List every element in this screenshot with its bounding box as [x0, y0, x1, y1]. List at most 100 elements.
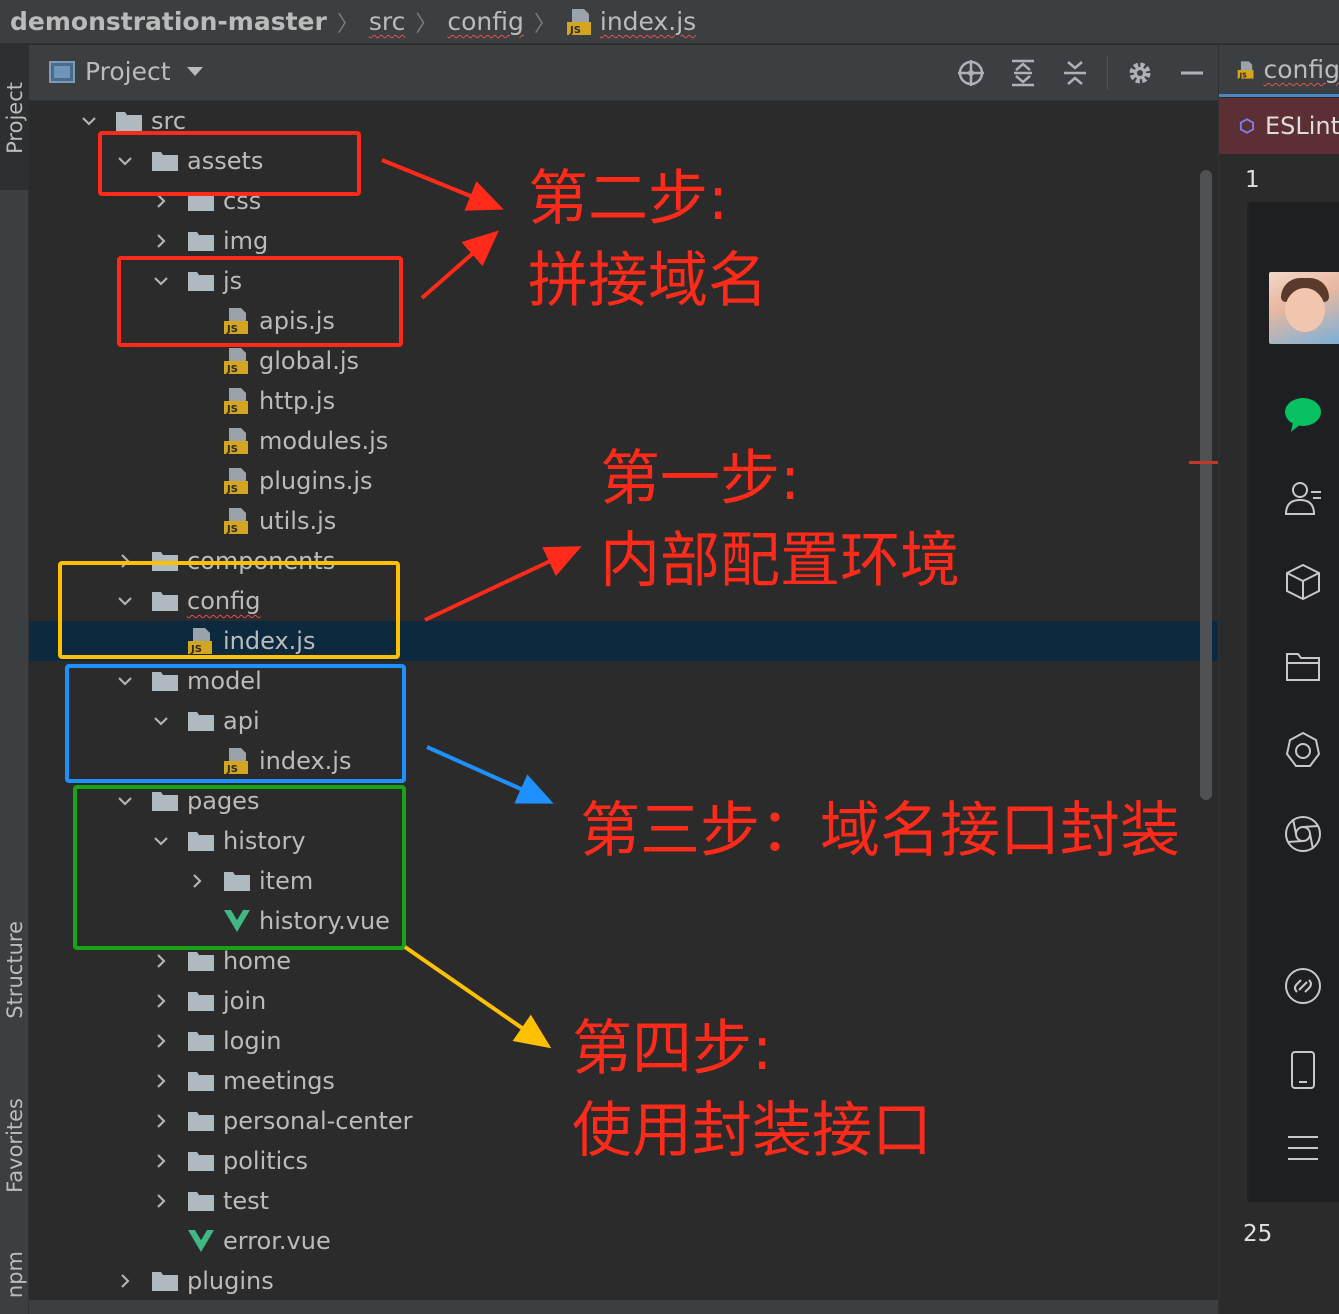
js-file-icon: JS: [223, 507, 251, 535]
tree-item-label: http.js: [259, 387, 336, 415]
cube-icon[interactable]: [1283, 562, 1323, 602]
locate-icon[interactable]: [945, 53, 997, 93]
js-file-icon: JS: [1237, 60, 1254, 79]
annotation-step1-line2: 内部配置环境: [600, 526, 960, 596]
folder-icon: [187, 1190, 215, 1212]
tool-tab-structure[interactable]: Structure: [0, 895, 29, 1045]
tool-tab-npm[interactable]: npm: [0, 1240, 29, 1310]
tree-item-label: meetings: [223, 1067, 335, 1095]
js-file-icon: JS: [223, 387, 251, 415]
svg-text:JS: JS: [1239, 71, 1247, 79]
tree-file-row[interactable]: JS http.js: [29, 381, 1218, 421]
breadcrumb-file-label: index.js: [599, 7, 697, 36]
editor-tab-config[interactable]: JS config: [1219, 45, 1339, 97]
editor-tab-label: config: [1263, 55, 1339, 84]
tree-file-row[interactable]: error.vue: [29, 1221, 1218, 1261]
vue-file-icon: [187, 1227, 215, 1255]
chat-bubble-icon[interactable]: [1283, 394, 1323, 434]
chevron-right-icon[interactable]: [151, 1151, 171, 1171]
chevron-right-icon[interactable]: [151, 1111, 171, 1131]
link-icon[interactable]: [1283, 966, 1323, 1006]
aperture-icon[interactable]: [1283, 730, 1323, 770]
js-file-icon: JS: [223, 427, 251, 455]
tree-item-label: plugins: [187, 1267, 274, 1295]
status-bar-edge: [29, 1300, 1218, 1314]
annotation-step2-line1: 第二步:: [528, 164, 729, 234]
avatar[interactable]: [1269, 272, 1339, 344]
tool-tab-favorites[interactable]: Favorites: [0, 1075, 29, 1215]
tree-file-row[interactable]: JS global.js: [29, 341, 1218, 381]
js-file-icon: JS: [566, 8, 591, 36]
tree-item-label: modules.js: [259, 427, 389, 455]
tree-item-label: test: [223, 1187, 270, 1215]
annotation-box-js: [117, 256, 403, 347]
editor-area: JS config ESLint 1 25: [1218, 45, 1339, 1314]
tree-item-label: utils.js: [259, 507, 337, 535]
annotation-step1-line1: 第一步:: [600, 444, 801, 514]
annotation-box-config: [58, 561, 400, 659]
svg-text:JS: JS: [226, 404, 238, 415]
annotation-box-assets: [98, 131, 361, 196]
chevron-right-icon[interactable]: [151, 991, 171, 1011]
tree-item-label: img: [223, 227, 269, 255]
collapse-all-icon[interactable]: [1049, 53, 1101, 93]
tree-scrollbar[interactable]: [1200, 170, 1212, 800]
tool-tab-project[interactable]: Project: [0, 45, 29, 190]
folder-icon: [187, 950, 215, 972]
folder-icon: [115, 110, 143, 132]
chevron-right-icon[interactable]: [151, 1031, 171, 1051]
svg-text:JS: JS: [226, 484, 238, 495]
camera-aperture-icon[interactable]: [1283, 814, 1323, 854]
error-stripe-marker: [1189, 461, 1218, 464]
tree-item-label: personal-center: [223, 1107, 413, 1135]
menu-icon[interactable]: [1283, 1128, 1323, 1168]
overlay-app-sidebar: [1247, 202, 1339, 1202]
folder-icon[interactable]: [1283, 646, 1323, 686]
chevron-right-icon[interactable]: [151, 1071, 171, 1091]
tree-item-label: plugins.js: [259, 467, 373, 495]
chevron-down-icon: [186, 67, 203, 76]
breadcrumb-separator: 〉: [533, 11, 556, 37]
tree-item-label: home: [223, 947, 292, 975]
breadcrumb-file[interactable]: JS index.js: [566, 7, 696, 36]
project-view-selector[interactable]: Project: [49, 57, 203, 86]
chevron-right-icon[interactable]: [151, 951, 171, 971]
annotation-step4-line1: 第四步:: [572, 1014, 773, 1084]
line-number-first: 1: [1245, 167, 1260, 193]
toolbar-divider: [1107, 56, 1108, 90]
minimize-icon[interactable]: [1166, 53, 1218, 93]
project-panel-header: Project: [29, 45, 1218, 101]
project-icon: [49, 60, 75, 83]
tree-item-label: error.vue: [223, 1227, 331, 1255]
phone-icon[interactable]: [1283, 1050, 1323, 1090]
line-number-last: 25: [1243, 1221, 1273, 1247]
breadcrumb-separator: 〉: [336, 11, 359, 37]
svg-text:JS: JS: [226, 364, 238, 375]
folder-icon: [187, 990, 215, 1012]
eslint-icon: [1239, 118, 1255, 134]
chevron-right-icon[interactable]: [115, 1271, 135, 1291]
left-tool-stripe: Project Structure Favorites npm: [0, 45, 29, 1314]
tool-tab-project-label: Project: [2, 81, 27, 154]
eslint-notification[interactable]: ESLint: [1219, 98, 1339, 154]
chevron-right-icon[interactable]: [151, 1191, 171, 1211]
expand-all-icon[interactable]: [997, 53, 1049, 93]
chevron-right-icon[interactable]: [151, 231, 171, 251]
tree-folder-row[interactable]: test: [29, 1181, 1218, 1221]
annotation-box-pages: [73, 785, 406, 950]
chevron-down-icon[interactable]: [79, 111, 99, 131]
svg-text:JS: JS: [226, 444, 238, 455]
breadcrumb-project[interactable]: demonstration-master: [10, 7, 327, 36]
tree-folder-row[interactable]: plugins: [29, 1261, 1218, 1301]
js-file-icon: JS: [223, 467, 251, 495]
folder-icon: [151, 1270, 179, 1292]
annotation-step2-line2: 拼接域名: [528, 246, 768, 316]
tree-item-label: politics: [223, 1147, 309, 1175]
gear-icon[interactable]: [1114, 53, 1166, 93]
contacts-icon[interactable]: [1283, 478, 1323, 518]
breadcrumb-src[interactable]: src: [369, 7, 406, 36]
folder-icon: [187, 1030, 215, 1052]
breadcrumb-config[interactable]: config: [447, 7, 524, 36]
annotation-step4-line2: 使用封装接口: [572, 1096, 932, 1166]
folder-icon: [187, 230, 215, 252]
